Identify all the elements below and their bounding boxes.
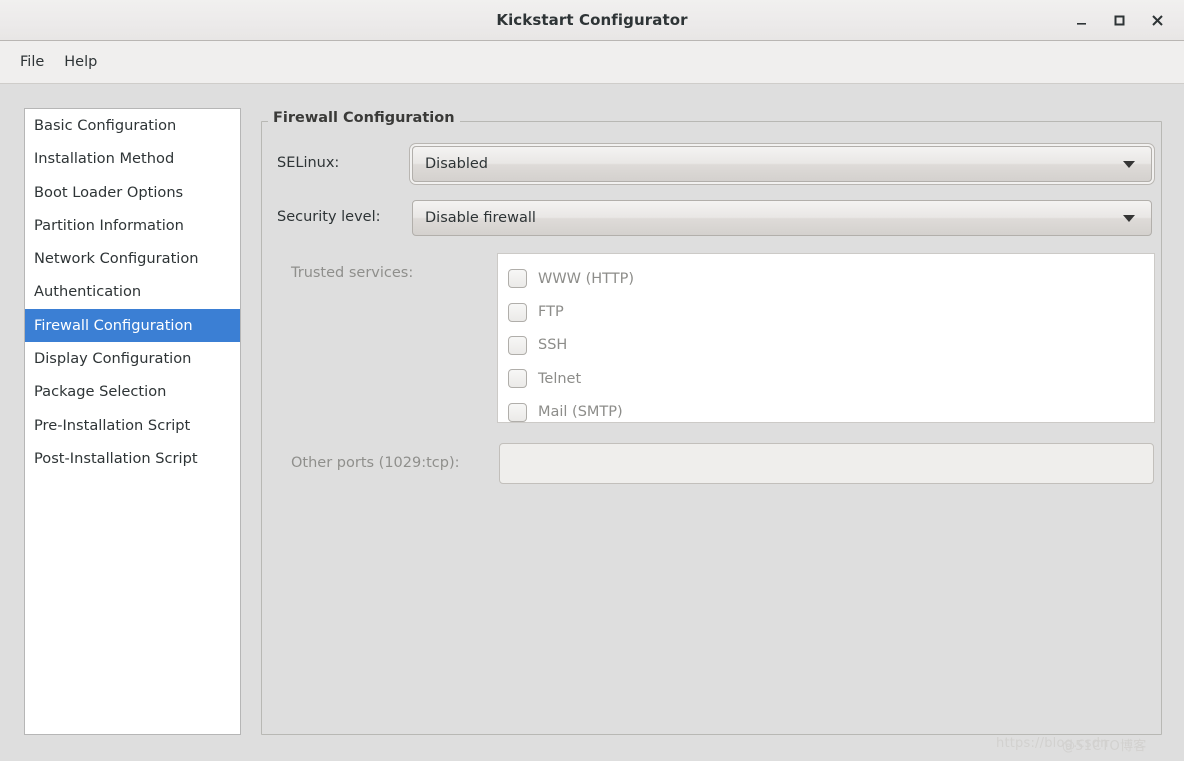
service-row[interactable]: Telnet xyxy=(498,362,1154,395)
sidebar-item-pre-installation-script[interactable]: Pre-Installation Script xyxy=(25,409,240,442)
service-row[interactable]: SSH xyxy=(498,329,1154,362)
selinux-value: Disabled xyxy=(425,156,1123,172)
sidebar-item-boot-loader-options[interactable]: Boot Loader Options xyxy=(25,176,240,209)
checkbox-icon[interactable] xyxy=(508,369,527,388)
security-level-label: Security level: xyxy=(277,209,381,225)
trusted-services-label: Trusted services: xyxy=(291,265,413,281)
minimize-button[interactable] xyxy=(1062,4,1100,38)
sidebar-item-display-configuration[interactable]: Display Configuration xyxy=(25,342,240,375)
watermark-51cto: @51CTO博客 xyxy=(1062,735,1146,754)
selinux-dropdown[interactable]: Disabled xyxy=(412,146,1152,182)
sidebar-item-network-configuration[interactable]: Network Configuration xyxy=(25,242,240,275)
selinux-label: SELinux: xyxy=(277,155,339,171)
chevron-down-icon xyxy=(1123,215,1135,222)
menu-item-file[interactable]: File xyxy=(10,50,54,74)
trusted-services-list[interactable]: WWW (HTTP) FTP SSH Telnet Mail (SMTP) xyxy=(497,253,1155,423)
service-row[interactable]: FTP xyxy=(498,295,1154,328)
menubar: File Help xyxy=(0,41,1184,84)
service-label: FTP xyxy=(538,304,564,320)
sidebar-item-package-selection[interactable]: Package Selection xyxy=(25,375,240,408)
sidebar-section-list[interactable]: Basic ConfigurationInstallation MethodBo… xyxy=(24,108,241,735)
security-level-dropdown[interactable]: Disable firewall xyxy=(412,200,1152,236)
menu-item-help[interactable]: Help xyxy=(54,50,107,74)
checkbox-icon[interactable] xyxy=(508,269,527,288)
service-label: WWW (HTTP) xyxy=(538,271,634,287)
window-controls xyxy=(1062,0,1176,41)
sidebar-item-partition-information[interactable]: Partition Information xyxy=(25,209,240,242)
sidebar-item-installation-method[interactable]: Installation Method xyxy=(25,142,240,175)
sidebar-item-basic-configuration[interactable]: Basic Configuration xyxy=(25,109,240,142)
sidebar-item-firewall-configuration[interactable]: Firewall Configuration xyxy=(25,309,240,342)
window-titlebar: Kickstart Configurator xyxy=(0,0,1184,41)
checkbox-icon[interactable] xyxy=(508,336,527,355)
sidebar-item-post-installation-script[interactable]: Post-Installation Script xyxy=(25,442,240,475)
service-label: Telnet xyxy=(538,371,581,387)
service-label: Mail (SMTP) xyxy=(538,404,623,420)
other-ports-input[interactable] xyxy=(499,443,1154,484)
groupbox-title: Firewall Configuration xyxy=(268,110,460,126)
checkbox-icon[interactable] xyxy=(508,403,527,422)
checkbox-icon[interactable] xyxy=(508,303,527,322)
service-label: SSH xyxy=(538,337,567,353)
service-row[interactable]: WWW (HTTP) xyxy=(498,262,1154,295)
window-title: Kickstart Configurator xyxy=(496,11,687,29)
sidebar-item-authentication[interactable]: Authentication xyxy=(25,275,240,308)
other-ports-label: Other ports (1029:tcp): xyxy=(291,455,460,471)
security-level-value: Disable firewall xyxy=(425,210,1123,226)
close-button[interactable] xyxy=(1138,4,1176,38)
service-row[interactable]: Mail (SMTP) xyxy=(498,396,1154,423)
chevron-down-icon xyxy=(1123,161,1135,168)
maximize-button[interactable] xyxy=(1100,4,1138,38)
